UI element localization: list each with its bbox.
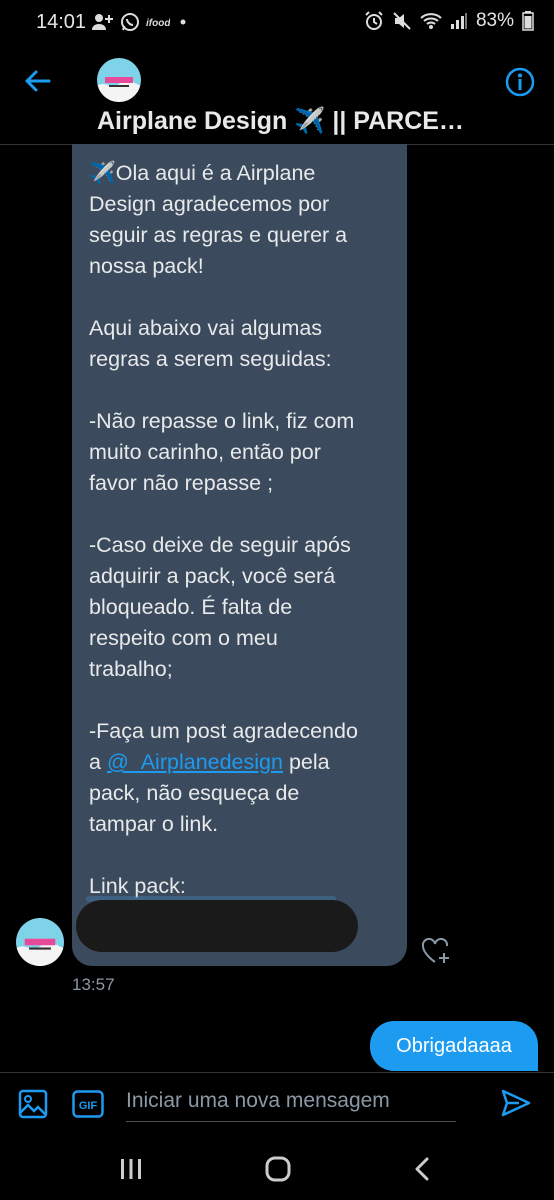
avatar[interactable] [97, 58, 141, 102]
message-composer: GIF [0, 1072, 554, 1133]
svg-text:ifood: ifood [146, 18, 170, 29]
system-navigation-bar [0, 1132, 554, 1200]
image-icon[interactable] [18, 1089, 48, 1119]
message-line: adquirir a pack, você será [89, 564, 336, 588]
message-line [89, 375, 391, 406]
info-icon[interactable] [504, 66, 536, 98]
message-line: regras a serem seguidas: [89, 347, 332, 371]
message-line: -Caso deixe de seguir após [89, 533, 351, 557]
notification-icons: ifood [92, 12, 190, 32]
message-line: Aqui abaixo vai algumas [89, 316, 323, 340]
whatsapp-icon [121, 13, 139, 31]
message-line [89, 499, 391, 530]
alarm-icon [365, 11, 383, 30]
nav-back-icon[interactable] [410, 1156, 436, 1182]
message-line: pack, não esqueça de [89, 781, 300, 805]
sender-avatar[interactable] [16, 918, 64, 966]
heart-plus-icon[interactable] [420, 936, 452, 966]
message-line: respeito com o meu [89, 626, 278, 650]
message-text-continued: pack, não esqueça de tampar o link. Link p… [89, 778, 391, 902]
message-line: Design agradecemos por [89, 192, 330, 216]
message-line: favor não repasse ; [89, 471, 274, 495]
ifood-icon: ifood [146, 18, 170, 29]
battery-percent: 83% [475, 10, 514, 31]
mention-link[interactable]: @_Airplanedesign [107, 750, 283, 774]
avatar-image [97, 58, 141, 102]
message-line [89, 840, 391, 871]
message-line: muito carinho, então por [89, 440, 321, 464]
dot-icon [180, 19, 186, 25]
message-line: seguir as regras e querer a [89, 223, 348, 247]
redacted-link [76, 900, 358, 952]
message-line: nossa pack! [89, 254, 204, 278]
avatar-image [16, 918, 64, 966]
recent-apps-icon[interactable] [118, 1157, 144, 1181]
back-arrow-icon[interactable] [22, 66, 52, 96]
message-line: -Não repasse o link, fiz com [89, 409, 355, 433]
conversation-title[interactable]: Airplane Design ✈️ || PARCE… [97, 107, 497, 136]
message-line [89, 685, 391, 716]
message-line: a @_Airplanedesign pela [89, 750, 330, 774]
status-time: 14:01 [36, 11, 87, 33]
status-bar: 14:01 ifood 83% [0, 0, 554, 44]
gif-icon[interactable]: GIF [72, 1090, 104, 1118]
message-line: trabalho; [89, 657, 173, 681]
outgoing-message-bubble[interactable]: Obrigadaaaa [370, 1021, 538, 1071]
message-text: ✈️Ola aqui é a Airplane Design agradecemo… [89, 158, 391, 747]
gif-label: GIF [79, 1100, 98, 1112]
wifi-icon [420, 13, 442, 29]
mute-icon [393, 12, 411, 30]
battery-icon [522, 11, 534, 31]
message-line: ✈️Ola aqui é a Airplane [89, 161, 316, 185]
home-icon[interactable] [264, 1155, 292, 1183]
incoming-message-bubble[interactable]: ✈️Ola aqui é a Airplane Design agradecemo… [72, 144, 407, 966]
send-icon[interactable] [500, 1087, 532, 1119]
message-line: -Faça um post agradecendo [89, 719, 358, 743]
conversation-header: Airplane Design ✈️ || PARCE… [0, 44, 554, 145]
message-input[interactable] [126, 1081, 456, 1122]
message-line: bloqueado. É falta de [89, 595, 293, 619]
message-line [89, 282, 391, 313]
add-person-icon [92, 14, 113, 30]
message-line: tampar o link. [89, 812, 219, 836]
message-timestamp: 13:57 [72, 975, 115, 994]
signal-icon [450, 13, 467, 29]
status-right: 83% [364, 10, 534, 32]
